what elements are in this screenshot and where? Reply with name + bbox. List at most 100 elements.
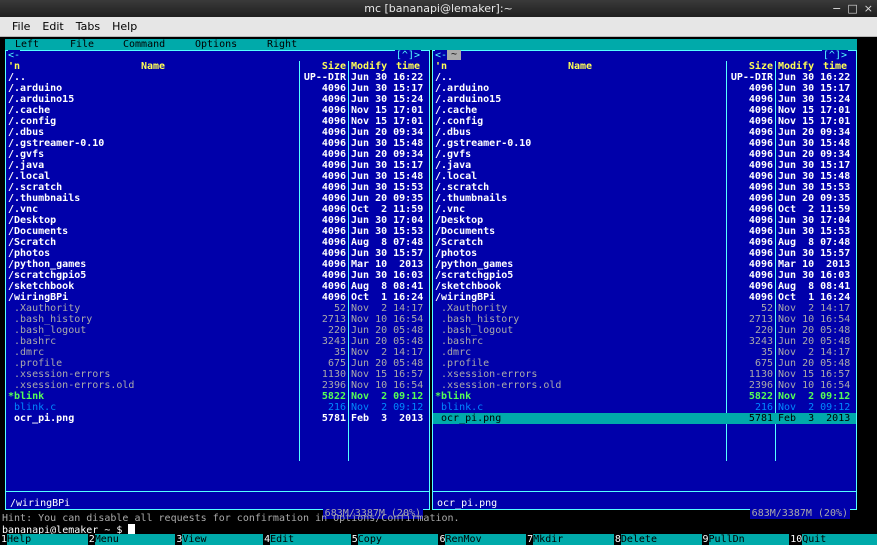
file-row[interactable]: .dmrc 35 Nov 2 14:17 [6, 347, 429, 358]
file-row[interactable]: /scratchgpio5 4096 Jun 30 16:03 [433, 270, 856, 281]
file-row[interactable]: /.gvfs 4096 Jun 20 09:34 [6, 149, 429, 160]
menu-edit[interactable]: Edit [36, 17, 69, 36]
file-row[interactable]: /sketchbook 4096 Aug 8 08:41 [6, 281, 429, 292]
file-row[interactable]: /.cache 4096 Nov 15 17:01 [433, 105, 856, 116]
file-row[interactable]: /Desktop 4096 Jun 30 17:04 [6, 215, 429, 226]
file-row[interactable]: /python_games 4096 Mar 10 2013 [433, 259, 856, 270]
fkey-menu[interactable]: 2 Menu [87, 534, 176, 545]
file-row[interactable]: /.gstreamer-0.10 4096 Jun 30 15:48 [433, 138, 856, 149]
mc-menu-file[interactable]: File [70, 39, 94, 50]
file-row[interactable]: .bash_logout 220 Jun 20 05:48 [6, 325, 429, 336]
file-row[interactable]: /photos 4096 Jun 30 15:57 [433, 248, 856, 259]
file-row[interactable]: /.scratch 4096 Jun 30 15:53 [6, 182, 429, 193]
name-column-header[interactable]: Name [141, 61, 165, 72]
fkey-delete[interactable]: 8 Delete [613, 534, 702, 545]
file-row[interactable]: /wiringBPi 4096 Oct 1 16:24 [6, 292, 429, 303]
modify-column-header[interactable]: Modify [778, 61, 814, 72]
file-row[interactable]: /python_games 4096 Mar 10 2013 [6, 259, 429, 270]
file-row[interactable]: .Xauthority 52 Nov 2 14:17 [6, 303, 429, 314]
file-row[interactable]: /.arduino 4096 Jun 30 15:17 [433, 83, 856, 94]
time-column-header[interactable]: time [396, 61, 420, 72]
fkey-edit[interactable]: 4 Edit [263, 534, 351, 545]
panel-indicator-right[interactable]: [^]> [821, 50, 848, 61]
name-column-header[interactable]: Name [568, 61, 592, 72]
panel-indicator-left[interactable]: [^]> [394, 50, 421, 61]
file-row[interactable]: /sketchbook 4096 Aug 8 08:41 [433, 281, 856, 292]
menu-file[interactable]: File [6, 17, 36, 36]
file-row[interactable]: /.gstreamer-0.10 4096 Jun 30 15:48 [6, 138, 429, 149]
file-row[interactable]: /wiringBPi 4096 Oct 1 16:24 [433, 292, 856, 303]
file-row[interactable]: /.thumbnails 4096 Jun 20 09:35 [433, 193, 856, 204]
file-row[interactable]: .xsession-errors.old 2396 Nov 10 16:54 [6, 380, 429, 391]
menu-help[interactable]: Help [106, 17, 143, 36]
left-panel[interactable]: <- [^]> 'n Name Size Modify time /.. UP--… [5, 50, 430, 519]
right-panel[interactable]: <- ~ [^]> 'n Name Size Modify time /.. UP… [432, 50, 857, 519]
mc-menu-left[interactable]: Left [15, 39, 39, 50]
size-column-header[interactable]: Size [727, 61, 773, 72]
file-row[interactable]: .xsession-errors.old 2396 Nov 10 16:54 [433, 380, 856, 391]
terminal-area[interactable]: Left File Command Options Right <- [^]> … [0, 37, 877, 545]
file-row[interactable]: blink.c 216 Nov 2 09:12 [433, 402, 856, 413]
file-row[interactable]: *blink 5822 Nov 2 09:12 [6, 391, 429, 402]
file-row[interactable]: /.local 4096 Jun 30 15:48 [6, 171, 429, 182]
file-row[interactable]: .dmrc 35 Nov 2 14:17 [433, 347, 856, 358]
file-row[interactable]: blink.c 216 Nov 2 09:12 [6, 402, 429, 413]
minimize-icon[interactable]: − [832, 0, 841, 17]
file-row[interactable]: /.. UP--DIR Jun 30 16:22 [6, 72, 429, 83]
file-row[interactable]: /Scratch 4096 Aug 8 07:48 [6, 237, 429, 248]
file-row[interactable]: /.cache 4096 Nov 15 17:01 [6, 105, 429, 116]
file-row[interactable]: ocr_pi.png 5781 Feb 3 2013 [433, 413, 856, 424]
fkey-mkdir[interactable]: 7 Mkdir [526, 534, 614, 545]
file-row[interactable]: ocr_pi.png 5781 Feb 3 2013 [6, 413, 429, 424]
panel-corner-right[interactable]: <- [435, 50, 448, 61]
size-column-header[interactable]: Size [300, 61, 346, 72]
file-row[interactable]: .xsession-errors 1130 Nov 15 16:57 [433, 369, 856, 380]
fkey-quit[interactable]: 10 Quit [789, 534, 877, 545]
fkey-view[interactable]: 3 View [175, 534, 264, 545]
file-row[interactable]: .bashrc 3243 Jun 20 05:48 [433, 336, 856, 347]
file-row[interactable]: /.arduino 4096 Jun 30 15:17 [6, 83, 429, 94]
fkey-copy[interactable]: 5 Copy [350, 534, 439, 545]
file-row[interactable]: /.config 4096 Nov 15 17:01 [433, 116, 856, 127]
file-row[interactable]: /.thumbnails 4096 Jun 20 09:35 [6, 193, 429, 204]
file-row[interactable]: /.arduino15 4096 Jun 30 15:24 [6, 94, 429, 105]
close-icon[interactable]: × [864, 0, 873, 17]
file-row[interactable]: .bash_history 2713 Nov 10 16:54 [433, 314, 856, 325]
mc-menu-right[interactable]: Right [267, 39, 297, 50]
menu-tabs[interactable]: Tabs [70, 17, 106, 36]
file-row[interactable]: /Documents 4096 Jun 30 15:53 [6, 226, 429, 237]
file-row[interactable]: .Xauthority 52 Nov 2 14:17 [433, 303, 856, 314]
file-row[interactable]: .bash_history 2713 Nov 10 16:54 [6, 314, 429, 325]
mc-menu-options[interactable]: Options [195, 39, 237, 50]
fkey-pulldn[interactable]: 9 PullDn [701, 534, 790, 545]
file-row[interactable]: /Documents 4096 Jun 30 15:53 [433, 226, 856, 237]
file-row[interactable]: .bashrc 3243 Jun 20 05:48 [6, 336, 429, 347]
file-row[interactable]: /.vnc 4096 Oct 2 11:59 [433, 204, 856, 215]
file-row[interactable]: /Scratch 4096 Aug 8 07:48 [433, 237, 856, 248]
mc-menu-command[interactable]: Command [123, 39, 165, 50]
fkey-renmov[interactable]: 6 RenMov [438, 534, 527, 545]
file-row[interactable]: /.local 4096 Jun 30 15:48 [433, 171, 856, 182]
file-row[interactable]: .profile 675 Jun 20 05:48 [433, 358, 856, 369]
file-row[interactable]: /.vnc 4096 Oct 2 11:59 [6, 204, 429, 215]
fkey-help[interactable]: 1 Help [0, 534, 88, 545]
file-row[interactable]: /.scratch 4096 Jun 30 15:53 [433, 182, 856, 193]
time-column-header[interactable]: time [823, 61, 847, 72]
file-row[interactable]: /.. UP--DIR Jun 30 16:22 [433, 72, 856, 83]
file-row[interactable]: .profile 675 Jun 20 05:48 [6, 358, 429, 369]
file-row[interactable]: /.gvfs 4096 Jun 20 09:34 [433, 149, 856, 160]
file-row[interactable]: .bash_logout 220 Jun 20 05:48 [433, 325, 856, 336]
file-row[interactable]: /Desktop 4096 Jun 30 17:04 [433, 215, 856, 226]
file-row[interactable]: /.dbus 4096 Jun 20 09:34 [433, 127, 856, 138]
file-row[interactable]: /.java 4096 Jun 30 15:17 [6, 160, 429, 171]
file-row[interactable]: .xsession-errors 1130 Nov 15 16:57 [6, 369, 429, 380]
file-row[interactable]: /.arduino15 4096 Jun 30 15:24 [433, 94, 856, 105]
file-row[interactable]: /.dbus 4096 Jun 20 09:34 [6, 127, 429, 138]
file-row[interactable]: /scratchgpio5 4096 Jun 30 16:03 [6, 270, 429, 281]
panel-corner-left[interactable]: <- [8, 50, 21, 61]
maximize-icon[interactable]: □ [847, 0, 857, 17]
file-row[interactable]: *blink 5822 Nov 2 09:12 [433, 391, 856, 402]
file-row[interactable]: /.config 4096 Nov 15 17:01 [6, 116, 429, 127]
file-row[interactable]: /.java 4096 Jun 30 15:17 [433, 160, 856, 171]
file-row[interactable]: /photos 4096 Jun 30 15:57 [6, 248, 429, 259]
